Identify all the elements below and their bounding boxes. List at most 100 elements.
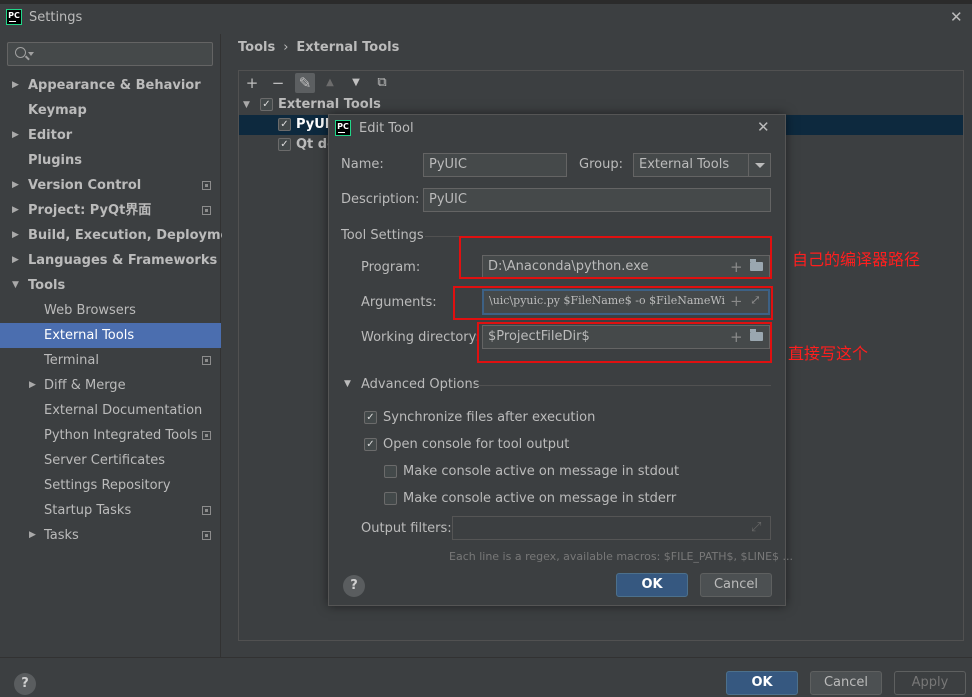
sidebar-item-tasks[interactable]: ▶ Tasks [0, 523, 221, 548]
sidebar-item-label: Python Integrated Tools [44, 428, 198, 443]
sidebar-item-project-pyqt[interactable]: ▶ Project: PyQt界面 [0, 198, 221, 223]
settings-nav-tree: ▶ Appearance & Behavior Keymap ▶ Editor Plugi… [0, 73, 245, 548]
sidebar-item-terminal[interactable]: Terminal [0, 348, 221, 373]
program-label: Program: [361, 260, 421, 275]
sidebar-item-appearance-behavior[interactable]: ▶ Appearance & Behavior [0, 73, 221, 98]
sidebar-item-languages-frameworks[interactable]: ▶ Languages & Frameworks [0, 248, 221, 273]
project-scope-icon [202, 181, 211, 190]
tool-settings-header: Tool Settings [341, 228, 424, 243]
name-field[interactable]: PyUIC [423, 153, 567, 177]
sidebar-item-label: Editor [28, 128, 73, 143]
console-stderr-checkbox[interactable] [384, 492, 397, 505]
settings-help-button[interactable]: ? [14, 673, 36, 695]
expand-field-icon[interactable]: ⤢ [751, 517, 761, 539]
sidebar-item-label: Keymap [28, 103, 87, 118]
window-close-icon[interactable]: ✕ [950, 8, 963, 26]
copy-tool-button[interactable]: ⧉ [372, 73, 392, 93]
chevron-right-icon[interactable]: ▶ [12, 248, 19, 273]
annotation-workdir-note: 直接写这个 [788, 344, 869, 363]
arguments-label: Arguments: [361, 295, 437, 310]
sidebar-item-external-tools[interactable]: External Tools [0, 323, 221, 348]
group-combo-value: External Tools [639, 157, 730, 172]
chevron-down-icon[interactable] [748, 154, 770, 176]
description-label: Description: [341, 192, 420, 207]
description-field[interactable]: PyUIC [423, 188, 771, 212]
sidebar-item-plugins[interactable]: Plugins [0, 148, 221, 173]
settings-ok-button[interactable]: OK [726, 671, 798, 695]
settings-cancel-button[interactable]: Cancel [810, 671, 882, 695]
sidebar-item-label: Plugins [28, 153, 82, 168]
collapse-arrow-icon[interactable]: ▼ [344, 379, 351, 389]
chevron-right-icon[interactable]: ▶ [12, 198, 19, 223]
sidebar-item-label: Tools [28, 278, 66, 293]
sidebar-item-tools[interactable]: ▼ Tools [0, 273, 221, 298]
sidebar-item-web-browsers[interactable]: Web Browsers [0, 298, 221, 323]
dialog-close-icon[interactable]: ✕ [757, 118, 770, 136]
sidebar-item-editor[interactable]: ▶ Editor [0, 123, 221, 148]
chevron-right-icon[interactable]: ▶ [12, 173, 19, 198]
breadcrumb-parent[interactable]: Tools [238, 40, 275, 55]
sidebar-item-label: Settings Repository [44, 478, 171, 493]
search-history-caret-icon[interactable] [28, 52, 34, 56]
chevron-down-icon[interactable]: ▼ [12, 273, 19, 298]
sidebar-item-label: Startup Tasks [44, 503, 132, 518]
dialog-ok-button[interactable]: OK [616, 573, 688, 597]
sidebar-item-label: External Tools [44, 328, 135, 343]
taskbar-strip [0, 0, 972, 4]
console-stdout-label: Make console active on message in stdout [403, 464, 680, 479]
breadcrumb: Tools › External Tools [238, 40, 399, 55]
window-title: Settings [29, 10, 83, 25]
move-up-button[interactable]: ▲ [320, 73, 340, 93]
tool-checkbox[interactable]: ✓ [278, 118, 291, 131]
sidebar-item-label: Project: PyQt界面 [28, 203, 152, 218]
group-combo[interactable]: External Tools [633, 153, 771, 177]
sidebar-item-startup-tasks[interactable]: Startup Tasks [0, 498, 221, 523]
project-scope-icon [202, 431, 211, 440]
sidebar-item-version-control[interactable]: ▶ Version Control [0, 173, 221, 198]
sidebar-item-build-execution-deployment[interactable]: ▶ Build, Execution, Deployment [0, 223, 245, 248]
sidebar-item-label: Languages & Frameworks [28, 253, 218, 268]
sidebar-item-keymap[interactable]: Keymap [0, 98, 221, 123]
chevron-right-icon[interactable]: ▶ [29, 523, 36, 548]
sidebar-item-diff-merge[interactable]: ▶ Diff & Merge [0, 373, 221, 398]
sidebar-item-label: External Documentation [44, 403, 203, 418]
project-scope-icon [202, 206, 211, 215]
sidebar-item-label: Appearance & Behavior [28, 78, 201, 93]
sidebar-item-settings-repository[interactable]: Settings Repository [0, 473, 221, 498]
console-stdout-checkbox[interactable] [384, 465, 397, 478]
chevron-right-icon[interactable]: ▶ [12, 73, 19, 98]
sync-files-checkbox[interactable]: ✓ [364, 411, 377, 424]
sidebar-item-label: Diff & Merge [44, 378, 126, 393]
breadcrumb-current: External Tools [296, 40, 400, 55]
tool-checkbox[interactable]: ✓ [278, 138, 291, 151]
settings-apply-button[interactable]: Apply [894, 671, 966, 695]
sidebar-item-python-integrated-tools[interactable]: Python Integrated Tools [0, 423, 221, 448]
pycharm-logo-icon: PC [6, 9, 22, 25]
tree-group-external-tools[interactable]: ▼ ✓ External Tools [239, 95, 963, 115]
remove-tool-button[interactable]: − [268, 73, 288, 93]
dialog-cancel-button[interactable]: Cancel [700, 573, 772, 597]
chevron-right-icon[interactable]: ▶ [12, 123, 19, 148]
sidebar-item-external-documentation[interactable]: External Documentation [0, 398, 221, 423]
group-checkbox[interactable]: ✓ [260, 98, 273, 111]
settings-search-input[interactable] [7, 42, 213, 66]
project-scope-icon [202, 506, 211, 515]
working-directory-label: Working directory: [361, 330, 480, 345]
expand-arrow-icon[interactable]: ▼ [243, 95, 250, 115]
move-down-button[interactable]: ▼ [346, 73, 366, 93]
sidebar-item-label: Terminal [44, 353, 99, 368]
edit-tool-button[interactable]: ✎ [295, 73, 315, 93]
add-tool-button[interactable]: + [242, 73, 262, 93]
sidebar-item-label: Version Control [28, 178, 142, 193]
project-scope-icon [202, 356, 211, 365]
dialog-help-button[interactable]: ? [343, 575, 365, 597]
sidebar-item-server-certificates[interactable]: Server Certificates [0, 448, 221, 473]
output-filters-field[interactable]: ⤢ [452, 516, 771, 540]
project-scope-icon [202, 531, 211, 540]
open-console-checkbox[interactable]: ✓ [364, 438, 377, 451]
chevron-right-icon[interactable]: ▶ [29, 373, 36, 398]
settings-bottom-bar: ? OK Cancel Apply [0, 657, 972, 697]
chevron-right-icon[interactable]: ▶ [12, 223, 19, 248]
advanced-options-header[interactable]: Advanced Options [361, 377, 480, 392]
name-label: Name: [341, 157, 384, 172]
